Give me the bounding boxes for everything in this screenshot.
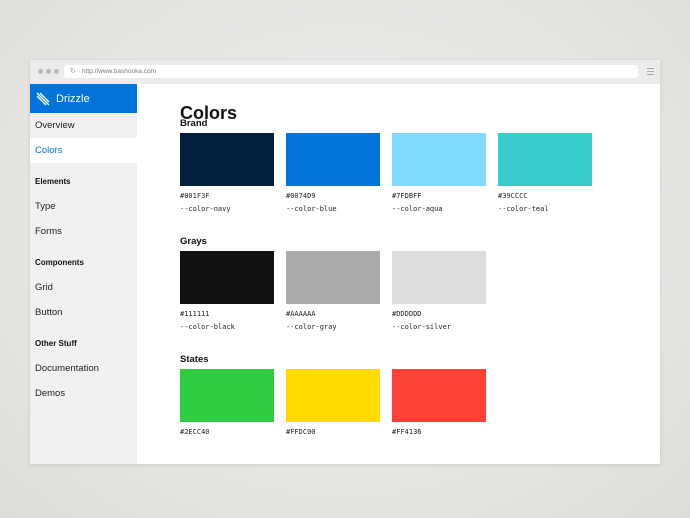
window-dot-minimize[interactable] <box>46 69 51 74</box>
swatch-hex-label: #0074D9 <box>286 192 316 200</box>
drizzle-logo-icon <box>36 92 50 105</box>
swatch-variable-label: --color-blue <box>286 205 337 213</box>
sidebar-section-components: Components <box>35 258 84 267</box>
hamburger-menu-icon[interactable] <box>647 68 654 77</box>
browser-toolbar: ↻ http://www.bashooka.com <box>30 60 660 85</box>
swatch-color-box <box>392 133 486 186</box>
window-dot-close[interactable] <box>38 69 43 74</box>
swatch-color-box <box>498 133 592 186</box>
sidebar-item-documentation[interactable]: Documentation <box>30 356 137 381</box>
sidebar-nav: Overview Colors Elements Type Forms Component… <box>30 113 137 406</box>
swatch-hex-label: #001F3F <box>180 192 210 200</box>
brand-header[interactable]: Drizzle <box>30 84 137 113</box>
browser-window: ↻ http://www.bashooka.com Drizzle Overvi… <box>30 60 660 464</box>
swatch-color-box <box>286 369 380 422</box>
section-title-brand: Brand <box>180 118 208 129</box>
swatch-hex-label: #FF4136 <box>392 428 422 436</box>
color-swatch[interactable]: #7FDBFF --color-aqua <box>392 133 486 213</box>
window-controls <box>38 69 59 74</box>
sidebar-item-button[interactable]: Button <box>30 300 137 325</box>
sidebar-item-colors[interactable]: Colors <box>30 138 137 163</box>
color-swatch[interactable]: #AAAAAA --color-gray <box>286 251 380 331</box>
swatch-variable-label: --color-gray <box>286 323 337 331</box>
swatch-variable-label: --color-black <box>180 323 235 331</box>
sidebar-section-elements: Elements <box>35 177 71 186</box>
swatch-color-box <box>286 251 380 304</box>
swatch-hex-label: #39CCCC <box>498 192 528 200</box>
swatch-hex-label: #FFDC00 <box>286 428 316 436</box>
swatch-color-box <box>180 369 274 422</box>
swatch-color-box <box>392 369 486 422</box>
swatch-color-box <box>180 133 274 186</box>
main-content: Colors Brand #001F3F --color-navy #0074D9 --… <box>137 84 660 464</box>
swatch-variable-label: --color-navy <box>180 205 231 213</box>
color-swatch[interactable]: #111111 --color-black <box>180 251 274 331</box>
swatch-row-states: #2ECC40 #FFDC00 #FF4136 <box>180 369 498 436</box>
swatch-row-grays: #111111 --color-black #AAAAAA --color-gray #… <box>180 251 498 331</box>
swatch-hex-label: #2ECC40 <box>180 428 210 436</box>
swatch-hex-label: #111111 <box>180 310 210 318</box>
sidebar-item-overview[interactable]: Overview <box>30 113 137 138</box>
sidebar-item-demos[interactable]: Demos <box>30 381 137 406</box>
sidebar: Drizzle Overview Colors Elements Type Forms C… <box>30 84 137 464</box>
color-swatch[interactable]: #DDDDDD --color-silver <box>392 251 486 331</box>
swatch-hex-label: #DDDDDD <box>392 310 422 318</box>
swatch-variable-label: --color-teal <box>498 205 549 213</box>
sidebar-item-forms[interactable]: Forms <box>30 219 137 244</box>
swatch-variable-label: --color-silver <box>392 323 452 331</box>
sidebar-section-other-stuff: Other Stuff <box>35 339 77 348</box>
swatch-color-box <box>180 251 274 304</box>
swatch-row-brand: #001F3F --color-navy #0074D9 --color-blue #7… <box>180 133 604 213</box>
brand-name: Drizzle <box>56 92 90 105</box>
swatch-color-box <box>286 133 380 186</box>
swatch-hex-label: #7FDBFF <box>392 192 422 200</box>
color-swatch[interactable]: #39CCCC --color-teal <box>498 133 592 213</box>
section-title-states: States <box>180 354 209 365</box>
window-dot-maximize[interactable] <box>54 69 59 74</box>
color-swatch[interactable]: #0074D9 --color-blue <box>286 133 380 213</box>
color-swatch[interactable]: #001F3F --color-navy <box>180 133 274 213</box>
color-swatch[interactable]: #FFDC00 <box>286 369 380 436</box>
sidebar-item-grid[interactable]: Grid <box>30 275 137 300</box>
color-swatch[interactable]: #2ECC40 <box>180 369 274 436</box>
sidebar-item-type[interactable]: Type <box>30 194 137 219</box>
section-title-grays: Grays <box>180 236 207 247</box>
address-url: http://www.bashooka.com <box>82 68 157 75</box>
swatch-variable-label: --color-aqua <box>392 205 443 213</box>
swatch-color-box <box>392 251 486 304</box>
address-bar[interactable]: ↻ http://www.bashooka.com <box>64 65 638 78</box>
color-swatch[interactable]: #FF4136 <box>392 369 486 436</box>
reload-icon[interactable]: ↻ <box>70 65 76 78</box>
swatch-hex-label: #AAAAAA <box>286 310 316 318</box>
